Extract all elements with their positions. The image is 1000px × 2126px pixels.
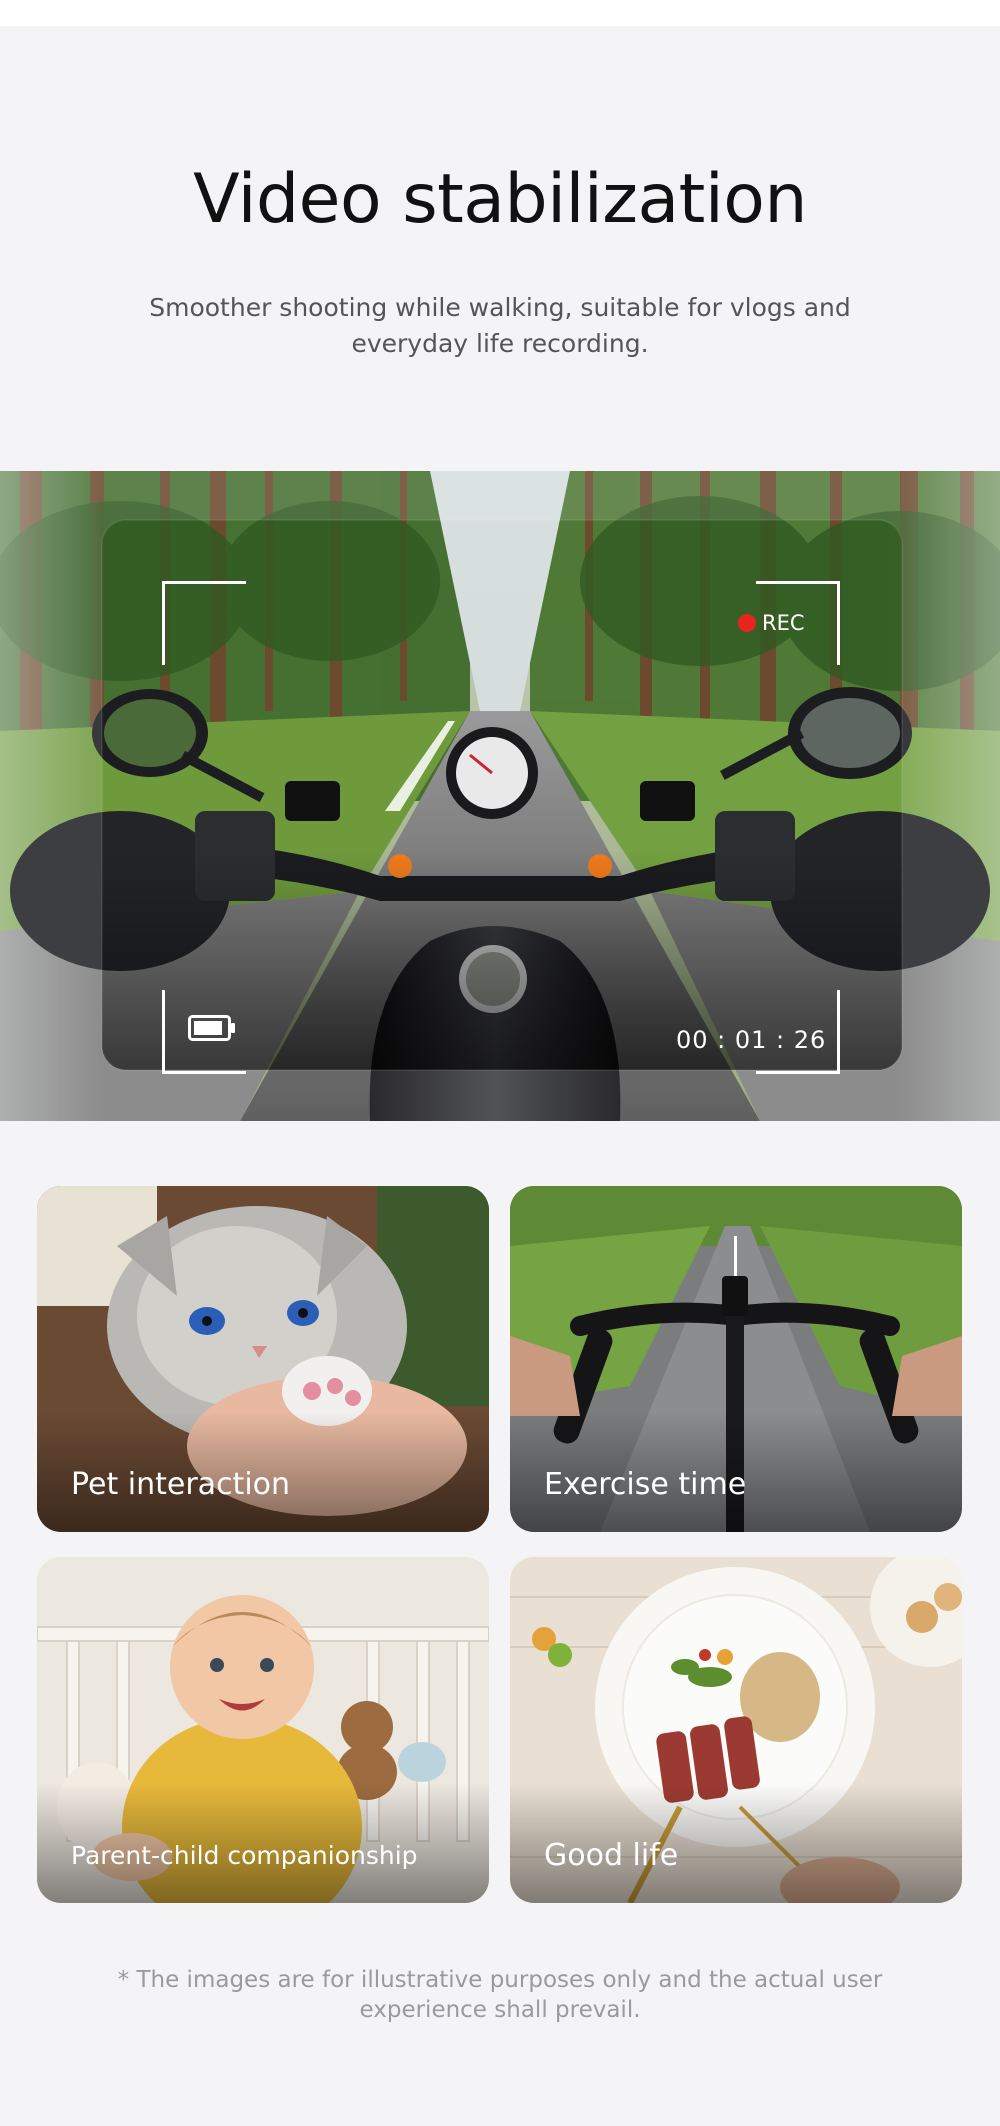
rec-label: REC [762, 611, 805, 635]
record-dot-icon [738, 614, 756, 632]
viewfinder-corner-top-left [162, 581, 246, 665]
scenario-card-parent-child-companionship: Parent-child companionship [37, 1557, 489, 1903]
motorcycle-road-illustration [0, 471, 1000, 1121]
recording-timer: 00 : 01 : 26 [676, 1026, 827, 1054]
recording-indicator: REC [738, 611, 805, 635]
scenario-label: Good life [544, 1838, 679, 1873]
scenario-label: Exercise time [544, 1467, 747, 1502]
scenario-card-exercise-time: Exercise time [510, 1186, 962, 1532]
hero-image: REC 00 : 01 : 26 [0, 471, 1000, 1121]
page-subtitle: Smoother shooting while walking, suitabl… [149, 293, 851, 358]
scenario-card-good-life: Good life [510, 1557, 962, 1903]
scenario-label: Pet interaction [71, 1467, 291, 1502]
scenario-label: Parent-child companionship [71, 1841, 418, 1870]
page-title: Video stabilization [193, 160, 807, 239]
scenario-card-pet-interaction: Pet interaction [37, 1186, 489, 1532]
battery-icon [188, 1015, 235, 1041]
disclaimer-text: * The images are for illustrative purpos… [117, 1967, 883, 2023]
